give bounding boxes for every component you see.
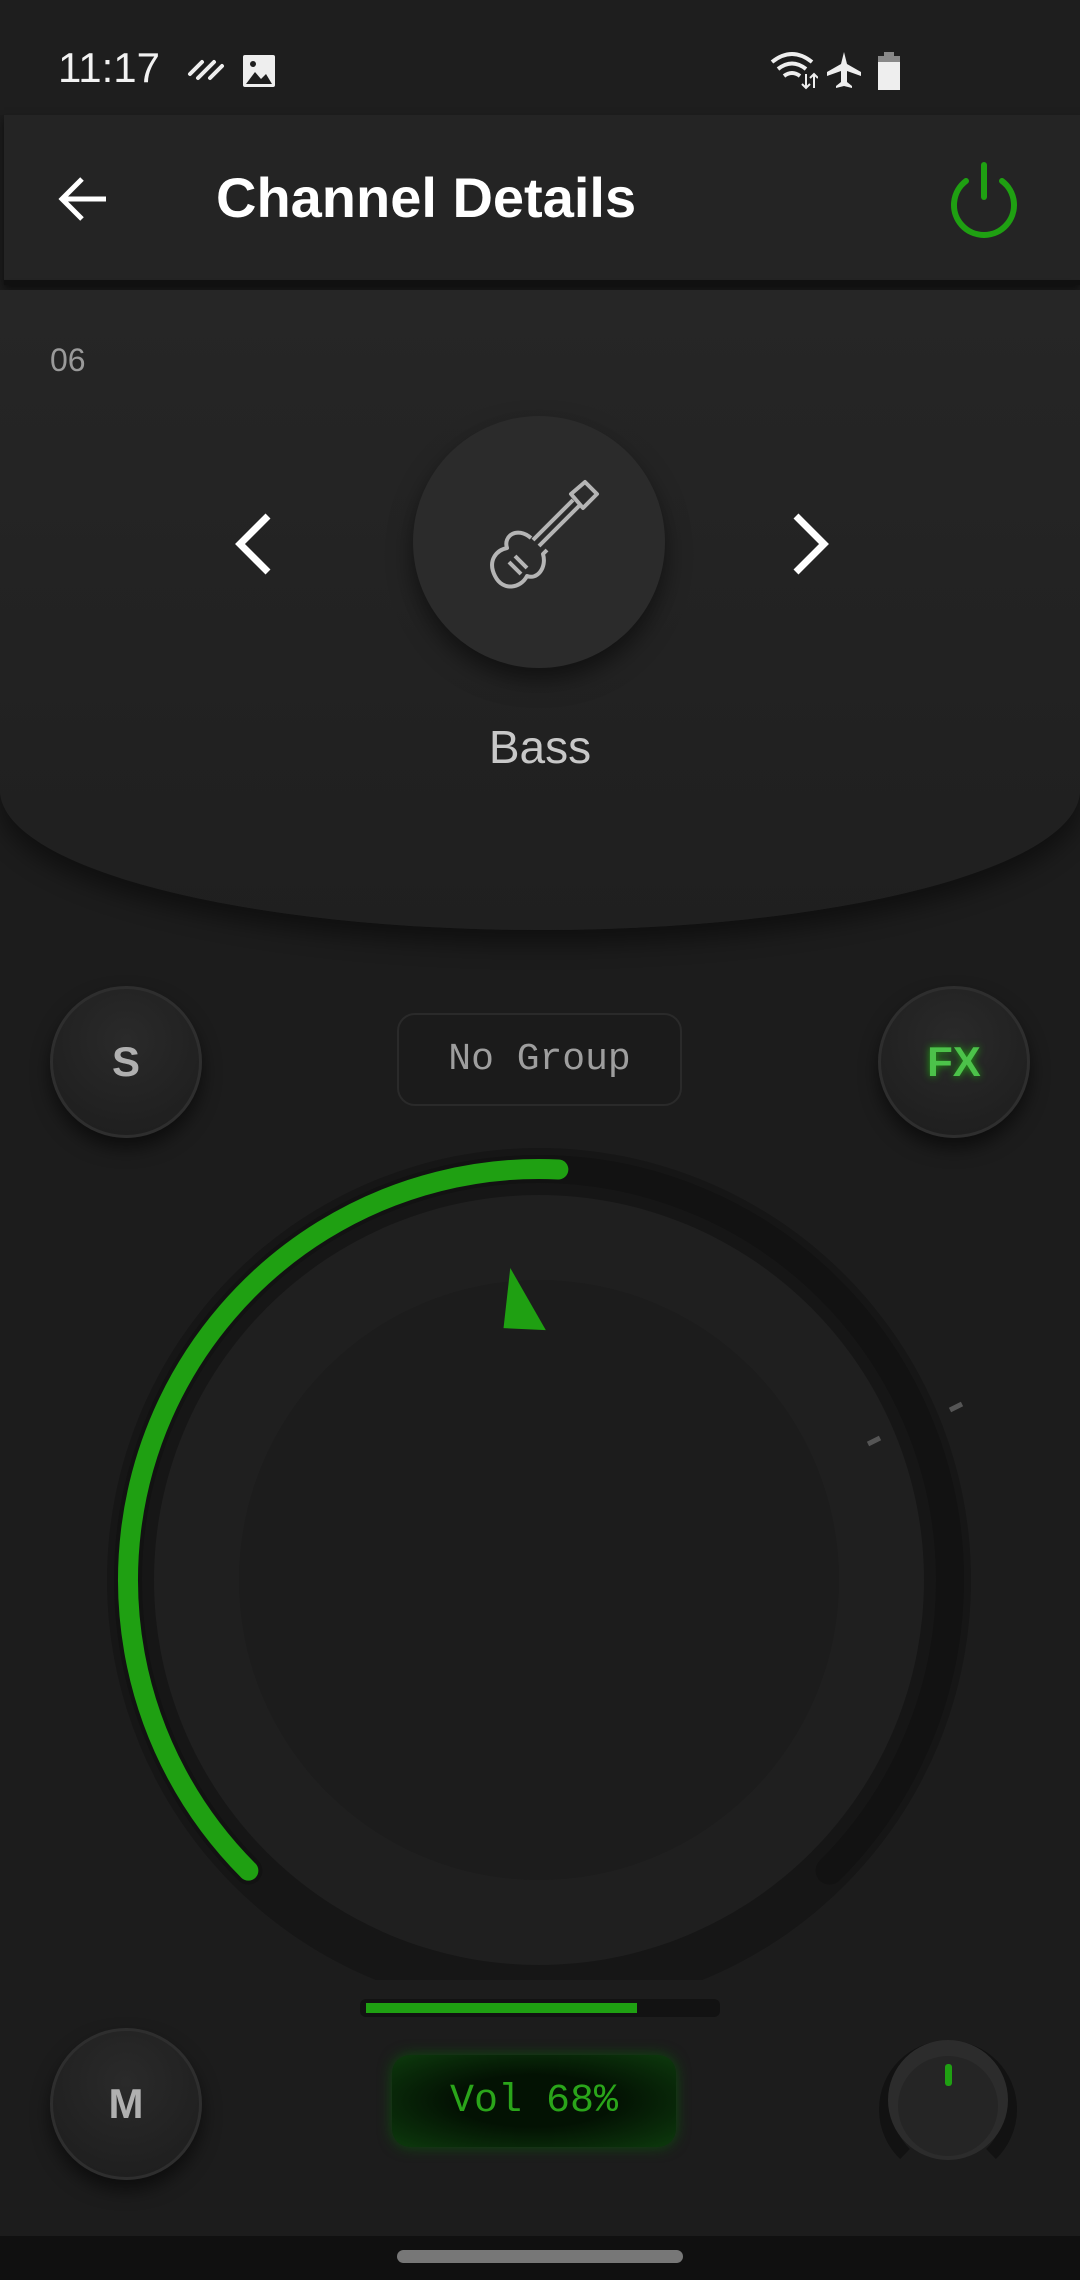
instrument-button[interactable] [413,416,665,668]
level-meter [360,1999,720,2017]
guitar-icon [490,480,599,589]
knob-tick [948,1401,964,1413]
app-header: Channel Details [4,115,1080,285]
channel-number: 06 [50,342,86,378]
home-handle[interactable] [397,2250,683,2263]
arrow-left-icon[interactable] [58,173,110,225]
image-icon [243,55,275,87]
channel-card: 06 Bass [0,290,1080,930]
power-icon[interactable] [944,159,1024,243]
chevron-right-icon[interactable] [786,512,836,576]
pan-knob[interactable] [868,2020,1028,2180]
mute-button[interactable]: M [50,2028,202,2180]
status-time: 11:17 [58,44,160,91]
channel-name: Bass [488,721,592,773]
link-icon [188,60,224,80]
group-selector[interactable]: No Group [397,1013,682,1106]
status-bar: 11:17 [0,0,1080,115]
pan-knob-indicator [945,2064,952,2086]
level-meter-fill [366,2003,638,2013]
chevron-left-icon[interactable] [228,512,278,576]
wifi-icon [770,52,818,90]
airplane-icon [827,52,861,88]
gain-knob[interactable] [0,1100,1080,1980]
page-title: Channel Details [216,166,637,229]
volume-display: Vol 68% [392,2055,676,2147]
battery-icon [878,52,900,90]
